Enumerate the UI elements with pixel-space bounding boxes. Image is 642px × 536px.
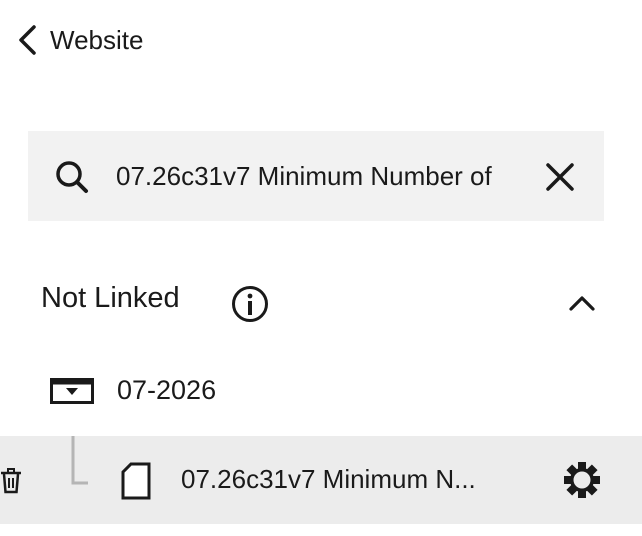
gear-icon[interactable] xyxy=(562,460,602,500)
folder-label: 07-2026 xyxy=(117,375,217,405)
document-row[interactable]: 07.26c31v7 Minimum N... xyxy=(0,436,642,524)
close-icon[interactable] xyxy=(545,162,575,192)
document-label: 07.26c31v7 Minimum N... xyxy=(181,464,476,494)
section-title: Not Linked xyxy=(41,282,180,314)
info-icon[interactable] xyxy=(231,285,269,323)
search-input[interactable] xyxy=(116,150,518,202)
back-button[interactable]: Website xyxy=(16,22,143,58)
chevron-up-icon[interactable] xyxy=(569,294,595,312)
folder-row[interactable]: 07-2026 xyxy=(0,365,642,417)
chevron-left-icon xyxy=(19,25,36,55)
tree-connector xyxy=(71,436,88,485)
search-icon xyxy=(56,161,88,193)
folder-dropdown-icon xyxy=(50,378,94,404)
trash-icon[interactable] xyxy=(0,468,22,494)
panel: Website Not Linked 07-2026 xyxy=(0,0,642,536)
document-icon xyxy=(121,462,151,500)
back-label: Website xyxy=(50,24,144,55)
